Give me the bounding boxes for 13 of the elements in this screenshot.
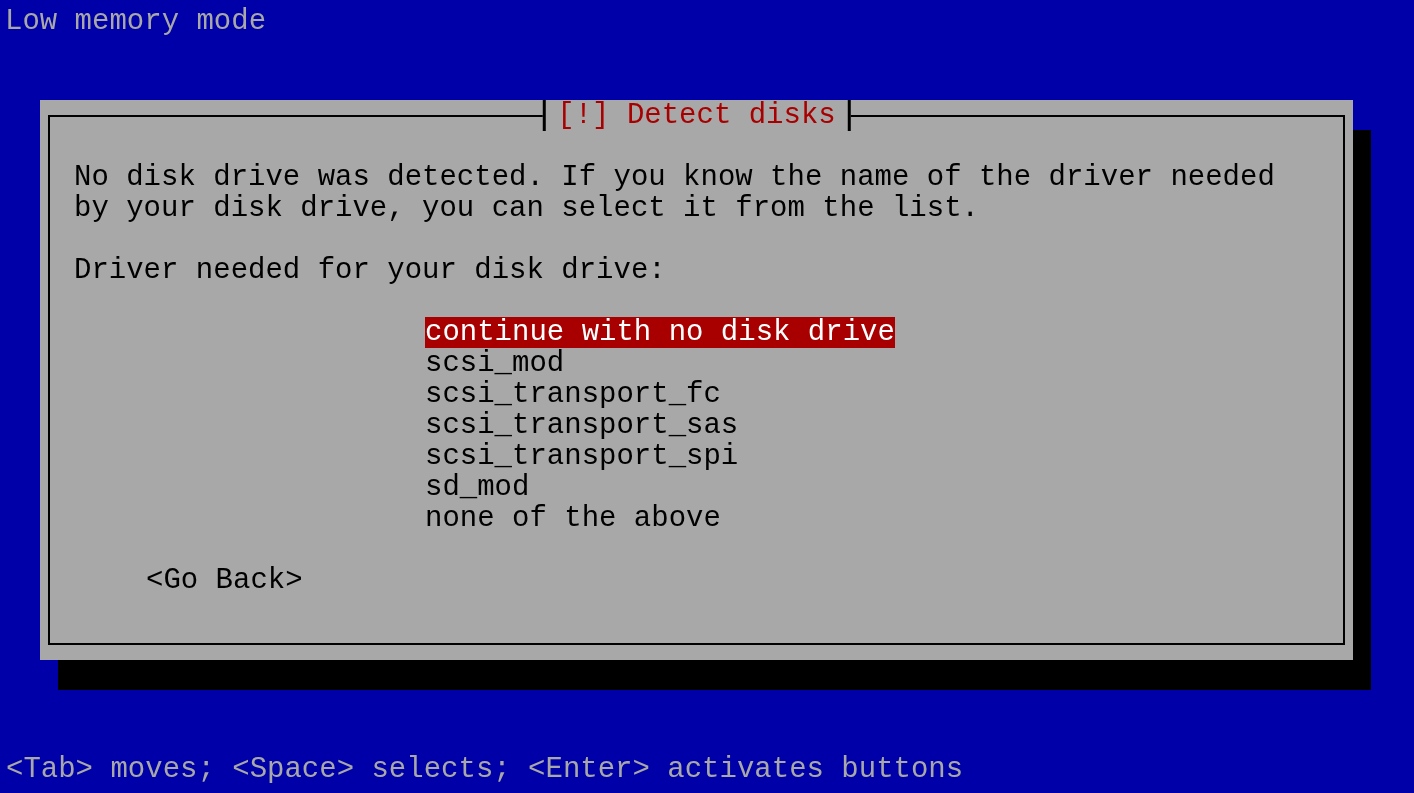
driver-option[interactable]: scsi_mod	[425, 348, 565, 379]
screen-title: Low memory mode	[4, 4, 268, 37]
help-line: <Tab> moves; <Space> selects; <Enter> activates buttons	[5, 754, 964, 785]
driver-option[interactable]: scsi_transport_spi	[425, 441, 739, 472]
driver-option[interactable]: scsi_transport_fc	[425, 379, 721, 410]
dialog-title: [!] Detect disks	[542, 100, 851, 131]
driver-option[interactable]: scsi_transport_sas	[425, 410, 739, 441]
driver-option[interactable]: none of the above	[425, 503, 721, 534]
dialog-message: No disk drive was detected. If you know the name of the driver needed by your disk drive, you can select it from the list.	[74, 162, 1276, 224]
driver-prompt: Driver needed for your disk drive:	[74, 255, 667, 286]
go-back-button[interactable]: <Go Back>	[146, 565, 303, 596]
driver-option[interactable]: continue with no disk drive	[425, 317, 895, 348]
driver-option[interactable]: sd_mod	[425, 472, 530, 503]
